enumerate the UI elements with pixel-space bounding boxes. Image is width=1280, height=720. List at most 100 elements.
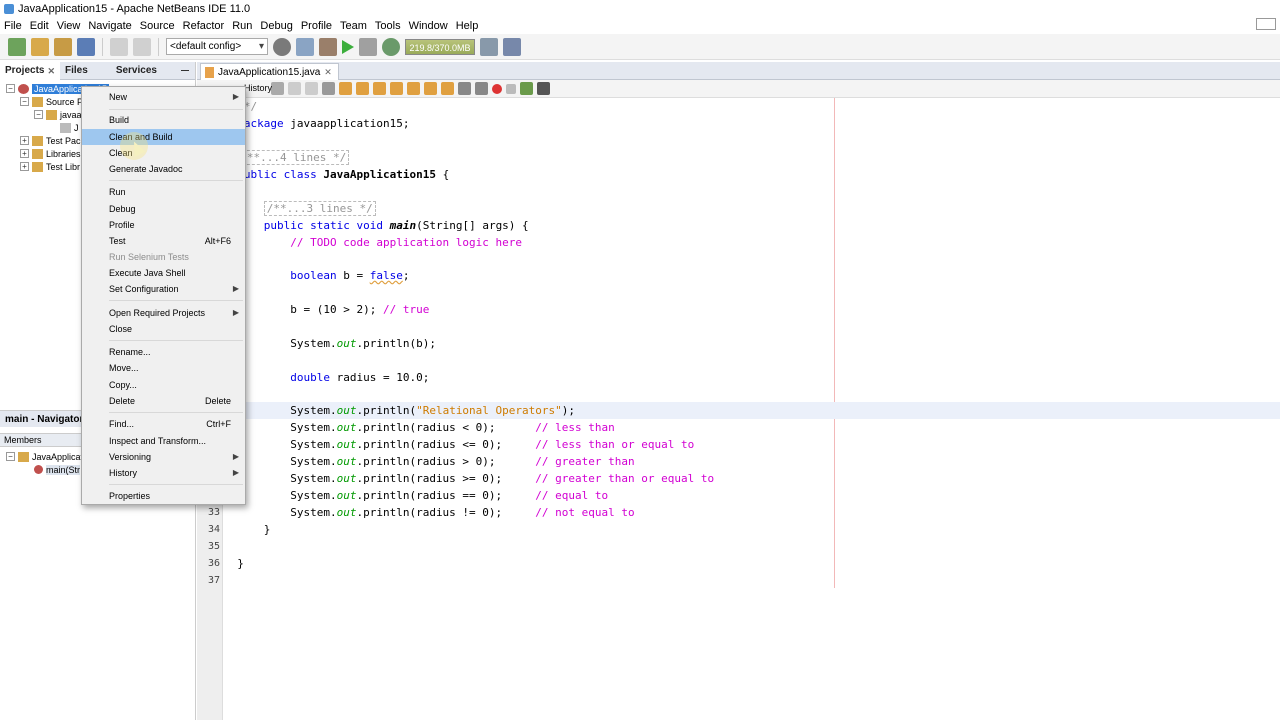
fold-marker[interactable]: /**...4 lines */	[237, 150, 350, 165]
debug-icon[interactable]	[359, 37, 377, 56]
menu-item-history[interactable]: History ▶	[82, 465, 245, 481]
gc-icon[interactable]	[480, 37, 498, 56]
menu-separator	[109, 484, 243, 485]
toolbar-separator	[102, 37, 103, 56]
menu-item-set-configuration[interactable]: Set Configuration ▶	[82, 281, 245, 297]
redo-icon[interactable]	[133, 37, 151, 56]
menu-edit[interactable]: Edit	[26, 20, 53, 32]
run-icon[interactable]	[342, 39, 354, 54]
tree-node-label: J	[74, 122, 79, 133]
project-context-menu: New ▶ Build Clean and Build Clean Generat…	[81, 86, 246, 505]
open-project-icon[interactable]	[54, 37, 72, 56]
submenu-arrow-icon: ▶	[232, 308, 239, 317]
menu-source[interactable]: Source	[136, 20, 179, 32]
record-macro-icon[interactable]	[492, 83, 502, 94]
shift-left-icon[interactable]	[458, 82, 471, 95]
menu-window[interactable]: Window	[405, 20, 452, 32]
forward-icon[interactable]	[305, 82, 318, 95]
new-project-icon[interactable]	[31, 37, 49, 56]
menu-profile[interactable]: Profile	[297, 20, 336, 32]
menu-run[interactable]: Run	[228, 20, 256, 32]
menu-item-clean[interactable]: Clean	[82, 145, 245, 161]
expand-icon[interactable]: +	[20, 136, 29, 145]
menu-item-generate-javadoc[interactable]: Generate Javadoc	[82, 161, 245, 177]
fold-marker[interactable]: /**...3 lines */	[263, 201, 376, 216]
save-all-icon[interactable]	[77, 37, 95, 56]
test-libraries-icon	[32, 161, 43, 172]
undo-icon[interactable]	[110, 37, 128, 56]
menu-view[interactable]: View	[53, 20, 85, 32]
menu-navigate[interactable]: Navigate	[84, 20, 135, 32]
memory-indicator[interactable]: 219.8/370.0MB	[405, 38, 475, 55]
menu-item-execute-java-shell[interactable]: Execute Java Shell	[82, 265, 245, 281]
menu-item-new[interactable]: New ▶	[82, 89, 245, 105]
tab-projects[interactable]: Projects ✕	[0, 61, 61, 80]
menu-item-copy[interactable]: Copy...	[82, 377, 245, 393]
code-line: System.out.println(radius <= 0); // less…	[290, 438, 695, 451]
toggle-bookmark-icon[interactable]	[441, 82, 454, 95]
quick-search-icon[interactable]	[1256, 18, 1276, 30]
line-number: 37	[207, 575, 220, 586]
menu-item-move[interactable]: Move...	[82, 360, 245, 376]
libraries-icon	[32, 148, 43, 159]
snapshot-icon[interactable]	[503, 37, 521, 56]
class-icon	[18, 451, 29, 462]
menu-item-profile[interactable]: Profile	[82, 217, 245, 233]
collapse-icon[interactable]: −	[34, 110, 43, 119]
editor-tab-bar: JavaApplication15.java ✕	[197, 62, 1280, 80]
navigator-item-label: JavaApplicat	[32, 451, 84, 462]
find-next-icon[interactable]	[356, 82, 369, 95]
menu-team[interactable]: Team	[336, 20, 371, 32]
clean-build-icon[interactable]	[319, 37, 337, 56]
minimize-icon[interactable]	[181, 70, 189, 71]
stop-macro-icon[interactable]	[506, 83, 516, 94]
config-select[interactable]: <default config>	[166, 38, 268, 55]
expand-icon[interactable]: +	[20, 162, 29, 171]
tab-files[interactable]: Files	[60, 65, 93, 76]
expand-icon[interactable]: +	[20, 149, 29, 158]
find-icon[interactable]	[322, 82, 335, 95]
tab-history[interactable]: History	[244, 83, 272, 93]
collapse-icon[interactable]: −	[6, 84, 15, 93]
menu-item-properties[interactable]: Properties	[82, 488, 245, 504]
menu-item-open-required-projects[interactable]: Open Required Projects ▶	[82, 305, 245, 321]
tab-java-file[interactable]: JavaApplication15.java ✕	[200, 63, 339, 80]
menu-file[interactable]: File	[0, 20, 26, 32]
menu-item-delete[interactable]: Delete Delete	[82, 393, 245, 409]
tree-node-label: Test Libr	[46, 161, 81, 172]
menu-item-test[interactable]: Test Alt+F6	[82, 233, 245, 249]
last-edit-icon[interactable]	[271, 82, 284, 95]
menu-item-clean-and-build[interactable]: Clean and Build	[82, 129, 245, 145]
new-file-icon[interactable]	[8, 37, 26, 56]
build-icon[interactable]	[296, 37, 314, 56]
menu-item-find[interactable]: Find... Ctrl+F	[82, 416, 245, 432]
profile-icon[interactable]	[382, 37, 400, 56]
menu-item-build[interactable]: Build	[82, 112, 245, 128]
gear-icon[interactable]	[273, 37, 291, 56]
menu-item-close[interactable]: Close	[82, 321, 245, 337]
prev-bookmark-icon[interactable]	[407, 82, 420, 95]
menu-item-run[interactable]: Run	[82, 184, 245, 200]
close-icon[interactable]: ✕	[47, 62, 55, 80]
close-icon[interactable]: ✕	[324, 67, 332, 78]
tab-services[interactable]: Services	[111, 65, 162, 76]
uncomment-icon[interactable]	[537, 82, 550, 95]
next-bookmark-icon[interactable]	[424, 82, 437, 95]
menu-item-inspect-and-transform[interactable]: Inspect and Transform...	[82, 433, 245, 449]
menu-item-debug[interactable]: Debug	[82, 201, 245, 217]
shift-right-icon[interactable]	[475, 82, 488, 95]
menu-item-rename[interactable]: Rename...	[82, 344, 245, 360]
menu-refactor[interactable]: Refactor	[179, 20, 229, 32]
menu-debug[interactable]: Debug	[256, 20, 296, 32]
toggle-highlight-icon[interactable]	[390, 82, 403, 95]
collapse-icon[interactable]: −	[20, 97, 29, 106]
comment-icon[interactable]	[520, 82, 533, 95]
line-number: 33	[207, 507, 220, 518]
menu-item-versioning[interactable]: Versioning ▶	[82, 449, 245, 465]
menu-tools[interactable]: Tools	[371, 20, 405, 32]
menu-help[interactable]: Help	[452, 20, 483, 32]
back-icon[interactable]	[288, 82, 301, 95]
find-selection-icon[interactable]	[373, 82, 386, 95]
collapse-icon[interactable]: −	[6, 452, 15, 461]
find-prev-icon[interactable]	[339, 82, 352, 95]
